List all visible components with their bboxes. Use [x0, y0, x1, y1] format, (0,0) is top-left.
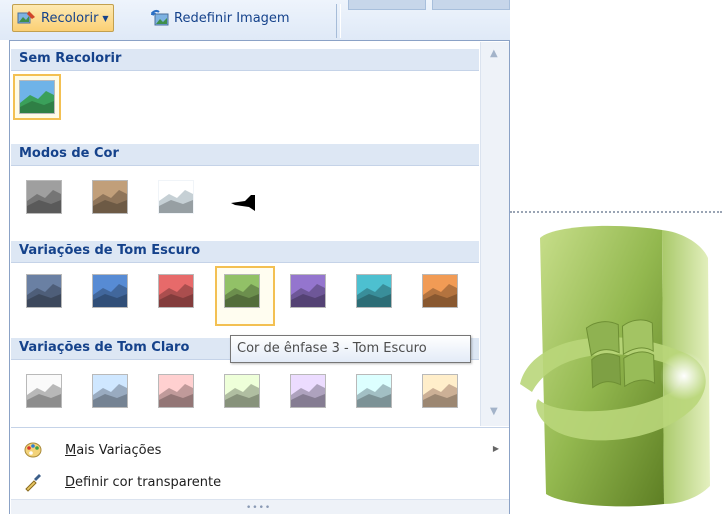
- swatch-washout[interactable]: [158, 180, 194, 214]
- swatch-dark-6[interactable]: [356, 274, 392, 308]
- menu-divider: [11, 427, 509, 428]
- ribbon-separator: [336, 4, 337, 38]
- section-no-recolor: Sem Recolorir: [11, 49, 479, 71]
- more-variations-label: Mais Variações: [65, 442, 162, 458]
- swatch-light-4[interactable]: [224, 374, 260, 408]
- swatch-dark-2[interactable]: [92, 274, 128, 308]
- swatch-light-6[interactable]: [356, 374, 392, 408]
- swatch-tooltip: Cor de ênfase 3 - Tom Escuro: [230, 335, 471, 363]
- ribbon-gallery-item[interactable]: [432, 0, 510, 10]
- scroll-up-icon[interactable]: ▲: [490, 48, 498, 59]
- reset-image-icon: [150, 9, 170, 27]
- recolor-label: Recolorir: [41, 10, 99, 26]
- section-color-modes: Modos de Cor: [11, 144, 479, 166]
- more-variations-item[interactable]: Mais Variações ▶: [11, 435, 509, 465]
- resize-grip-icon[interactable]: ••••: [246, 503, 271, 513]
- scroll-down-icon[interactable]: ▼: [490, 406, 498, 417]
- section-dark-variations: Variações de Tom Escuro: [11, 241, 479, 263]
- swatch-dark-5[interactable]: [290, 274, 326, 308]
- selection-dotted-border: [510, 211, 722, 213]
- swatch-black-white[interactable]: [224, 180, 260, 214]
- ribbon: Recolorir ▼ Redefinir Imagem: [0, 0, 510, 40]
- swatch-dark-7[interactable]: [422, 274, 458, 308]
- swatch-dark-3[interactable]: [158, 274, 194, 308]
- chevron-down-icon: ▼: [102, 13, 109, 23]
- set-transparent-color-item[interactable]: Definir cor transparente: [11, 467, 509, 497]
- swatch-no-recolor[interactable]: [19, 80, 55, 114]
- swatch-light-7[interactable]: [422, 374, 458, 408]
- recolor-icon: [17, 9, 37, 27]
- palette-icon: [23, 440, 43, 460]
- ribbon-gallery-item[interactable]: [348, 0, 426, 10]
- swatch-light-5[interactable]: [290, 374, 326, 408]
- reset-image-label: Redefinir Imagem: [174, 10, 290, 26]
- swatch-light-2[interactable]: [92, 374, 128, 408]
- swatch-light-3[interactable]: [158, 374, 194, 408]
- eyedropper-icon: [23, 472, 43, 492]
- swatch-dark-4-accent3[interactable]: [224, 274, 260, 308]
- recolor-button[interactable]: Recolorir ▼: [12, 4, 114, 32]
- swatch-grayscale[interactable]: [26, 180, 62, 214]
- gallery-scrollbar[interactable]: ▲ ▼: [480, 42, 509, 426]
- swatch-sepia[interactable]: [92, 180, 128, 214]
- swatch-light-1[interactable]: [26, 374, 62, 408]
- ribbon-separator-highlight: [340, 4, 341, 38]
- submenu-arrow-icon: ▶: [492, 444, 499, 453]
- set-transparent-color-label: Definir cor transparente: [65, 474, 222, 490]
- reset-image-button[interactable]: Redefinir Imagem: [146, 4, 294, 32]
- windows-box-image[interactable]: [512, 214, 722, 514]
- swatch-dark-1[interactable]: [26, 274, 62, 308]
- recolor-dropdown: Sem Recolorir Modos de Cor Variações de …: [9, 40, 510, 514]
